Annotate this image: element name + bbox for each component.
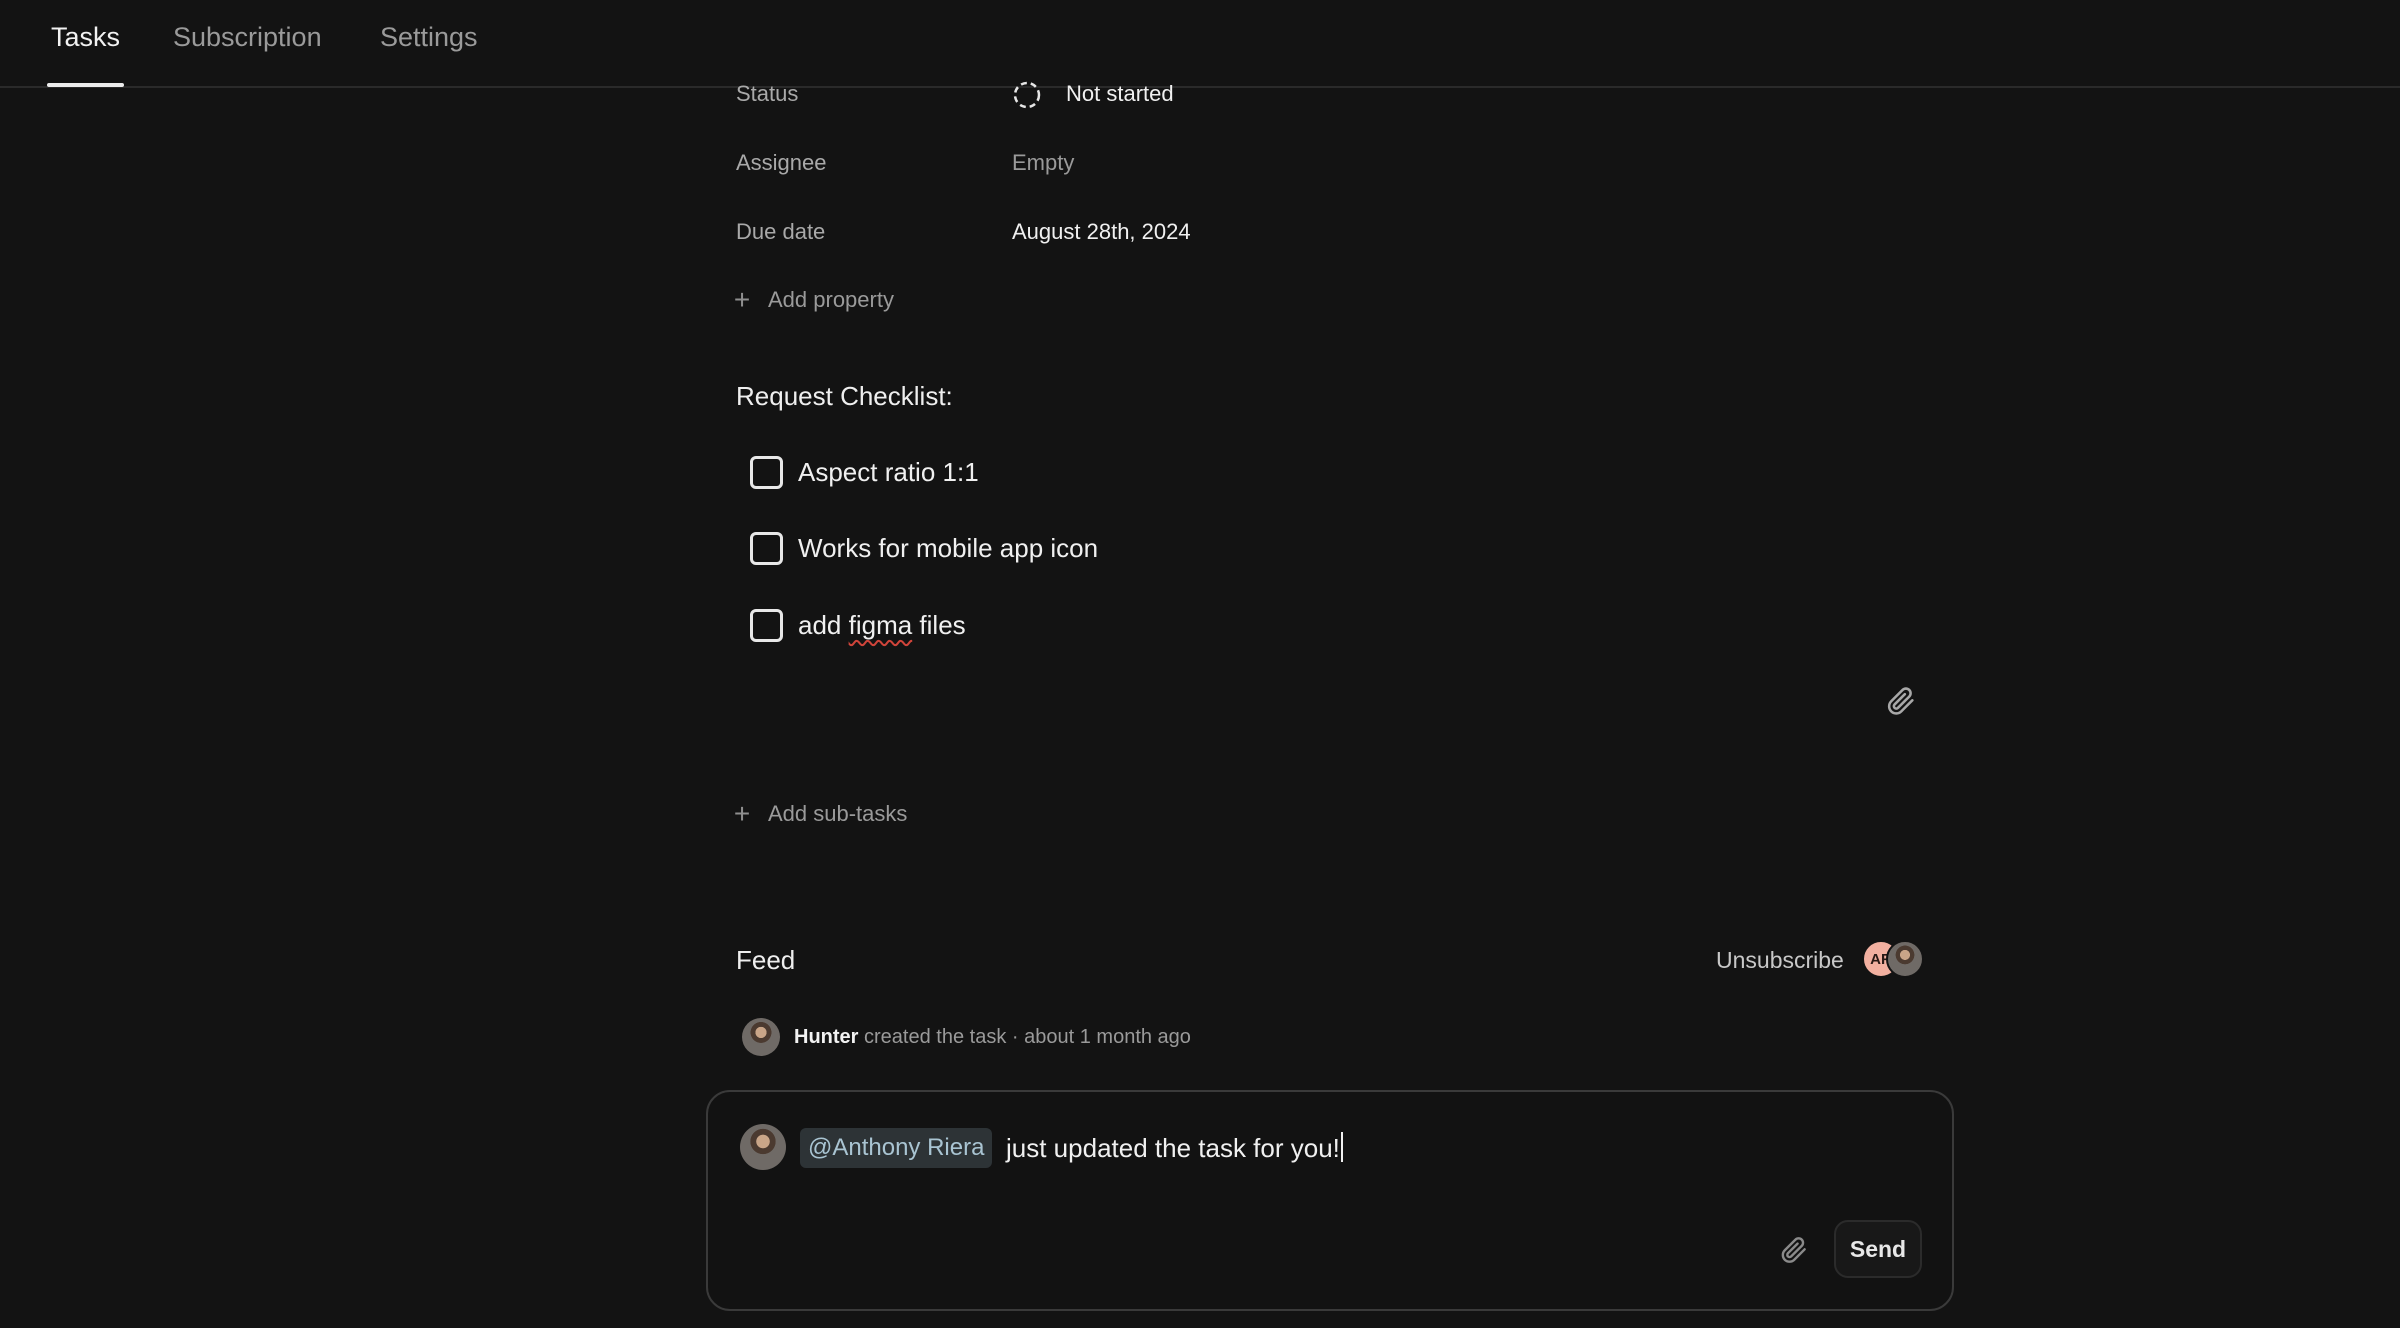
status-label: Status <box>736 81 799 106</box>
feed-entry: Hunter created the task · about 1 month … <box>742 1017 1191 1057</box>
dashed-circle-icon[interactable] <box>1012 80 1042 110</box>
avatar <box>1886 940 1924 978</box>
attach-icon[interactable] <box>1778 1234 1810 1266</box>
paperclip-icon[interactable] <box>1884 684 1918 718</box>
checkbox[interactable] <box>750 608 783 642</box>
plus-icon: + <box>733 798 751 829</box>
plus-icon: + <box>733 284 751 315</box>
feed-title: Feed <box>736 945 796 975</box>
feed-action: created the task <box>864 1025 1007 1048</box>
tab-tasks[interactable]: Tasks <box>51 20 120 54</box>
feed-time: about 1 month ago <box>1024 1025 1191 1048</box>
top-nav: Tasks Subscription Settings <box>0 0 2400 88</box>
due-date-value[interactable]: August 28th, 2024 <box>1012 218 1191 246</box>
active-tab-indicator <box>47 83 124 87</box>
misspelled-word: figma <box>848 609 913 640</box>
checklist-item-label: Works for mobile app icon <box>798 532 1099 563</box>
add-subtasks-label: Add sub-tasks <box>768 801 908 826</box>
status-value[interactable]: Not started <box>1066 80 1174 108</box>
avatar <box>740 1124 786 1170</box>
text-caret <box>1340 1132 1343 1162</box>
unsubscribe-button[interactable]: Unsubscribe <box>1716 945 1844 975</box>
checkbox[interactable] <box>750 455 783 489</box>
comment-input[interactable]: just updated the task for you! <box>1006 1132 1343 1164</box>
checklist-item-label: add figma files <box>798 609 966 640</box>
assignee-value[interactable]: Empty <box>1012 149 1074 177</box>
tab-settings[interactable]: Settings <box>380 20 478 54</box>
comment-composer[interactable]: @Anthony Riera just updated the task for… <box>706 1090 1954 1311</box>
checklist-title: Request Checklist: <box>736 381 953 411</box>
checkbox[interactable] <box>750 531 783 565</box>
feed-separator: · <box>1011 1025 1019 1048</box>
feed-user[interactable]: Hunter <box>794 1026 858 1048</box>
due-date-label: Due date <box>736 219 826 244</box>
avatar <box>742 1018 780 1056</box>
checklist-item: Works for mobile app icon <box>750 530 1098 566</box>
checklist-item-label: Aspect ratio 1:1 <box>798 456 979 487</box>
add-subtasks-button[interactable]: + Add sub-tasks <box>732 798 908 829</box>
assignee-label: Assignee <box>736 150 827 175</box>
checklist-item: Aspect ratio 1:1 <box>750 454 979 490</box>
send-button[interactable]: Send <box>1834 1220 1922 1278</box>
add-property-label: Add property <box>768 287 894 312</box>
mention-chip[interactable]: @Anthony Riera <box>800 1128 993 1168</box>
tab-subscription[interactable]: Subscription <box>173 20 322 54</box>
checklist-item: add figma files <box>750 607 966 643</box>
subscriber-avatars[interactable]: AR <box>1862 940 1926 980</box>
add-property-button[interactable]: + Add property <box>732 286 894 314</box>
